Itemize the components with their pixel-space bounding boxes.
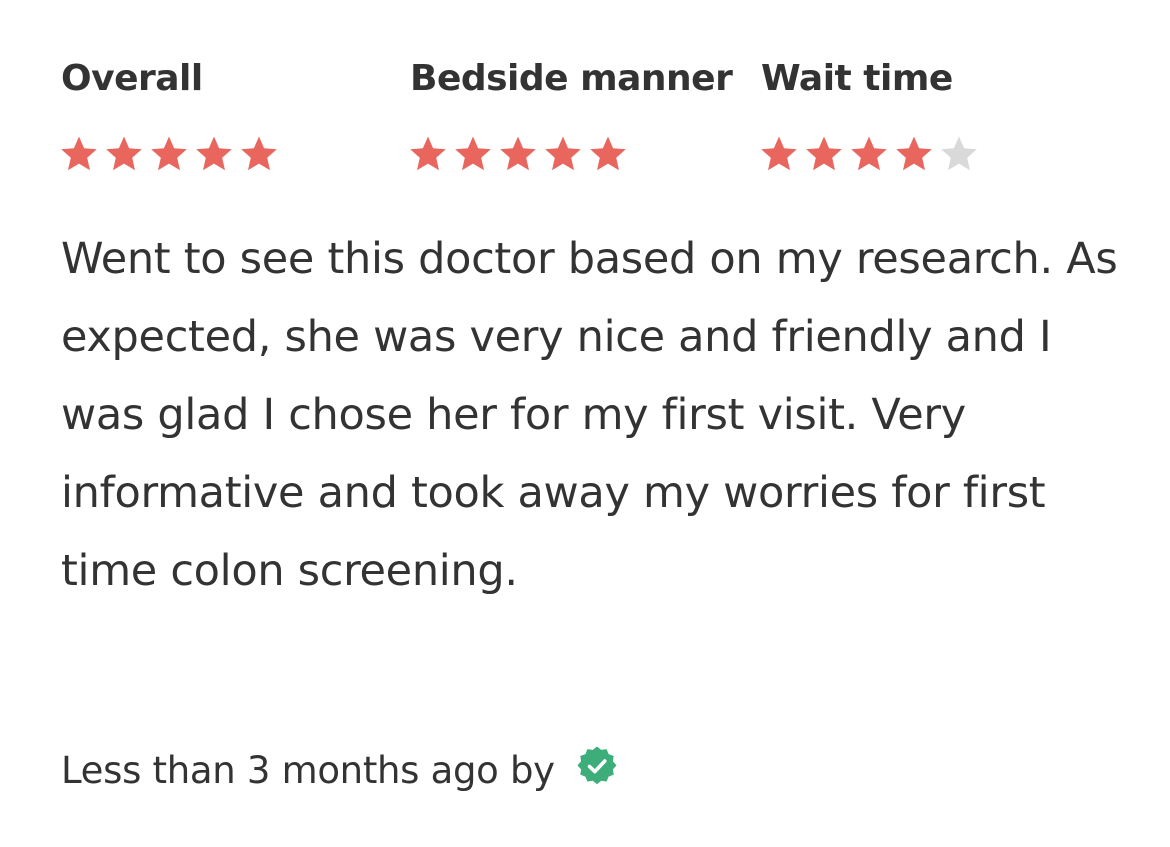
star-filled-icon	[106, 136, 142, 171]
review-meta: Less than 3 months ago by	[61, 740, 617, 800]
review-date-author: Less than 3 months ago by	[61, 748, 555, 792]
star-filled-icon	[806, 136, 842, 171]
star-filled-icon	[851, 136, 887, 171]
star-filled-icon	[151, 136, 187, 171]
star-rating-overall	[59, 134, 279, 174]
star-filled-icon	[500, 136, 536, 171]
star-filled-icon	[196, 136, 232, 171]
rating-wait-time: Wait time	[761, 56, 977, 171]
rating-label-overall: Overall	[61, 58, 203, 99]
star-filled-icon	[896, 136, 932, 171]
rating-bedside-manner: Bedside manner	[410, 56, 733, 171]
star-filled-icon	[241, 136, 277, 171]
star-filled-icon	[61, 136, 97, 171]
star-rating-bedside-manner	[408, 134, 628, 174]
star-filled-icon	[761, 136, 797, 171]
verified-badge-icon	[577, 746, 617, 785]
rating-label-wait-time: Wait time	[761, 58, 953, 99]
star-filled-icon	[410, 136, 446, 171]
review-text: Went to see this doctor based on my rese…	[61, 234, 1118, 596]
review-card: Overall Bedside manner Wait time Went to…	[0, 0, 1170, 847]
star-rating-wait-time	[759, 134, 979, 174]
rating-overall: Overall	[61, 56, 277, 171]
ratings-row: Overall Bedside manner Wait time	[61, 56, 1121, 186]
star-filled-icon	[545, 136, 581, 171]
star-filled-icon	[455, 136, 491, 171]
star-filled-icon	[590, 136, 626, 171]
rating-label-bedside-manner: Bedside manner	[410, 58, 733, 99]
star-empty-icon	[941, 136, 977, 171]
